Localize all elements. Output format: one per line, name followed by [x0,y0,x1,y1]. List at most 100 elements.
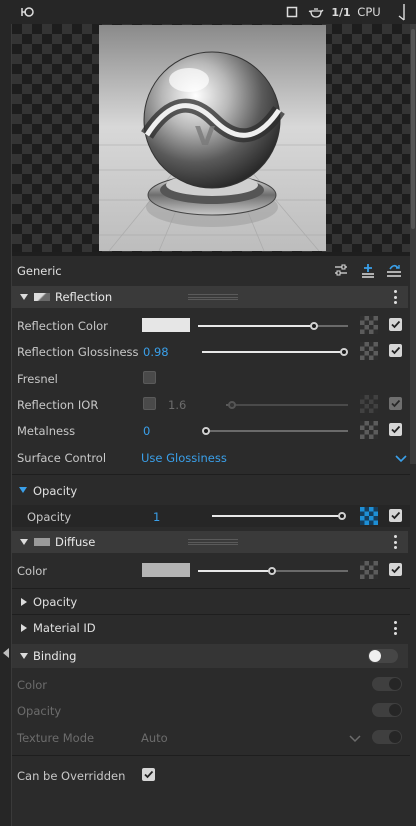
diffuse-color-slider[interactable] [198,567,348,575]
reflection-ior-label: Reflection IOR [17,398,99,412]
reflection-glossiness-row: Reflection Glossiness 0.98 [12,341,410,361]
expand-triangle-icon[interactable] [21,598,27,606]
panel-scrollbar[interactable] [410,24,416,464]
svg-text:V: V [195,122,215,152]
chevron-down-icon[interactable] [395,452,407,466]
fresnel-row: Fresnel [12,368,410,388]
diffuse-color-label: Color [17,564,48,578]
opacity-subsection-header[interactable]: Opacity [12,481,410,501]
reflection-glossiness-enable-checkbox[interactable] [389,344,402,357]
layers-swap-icon[interactable] [385,262,403,281]
opacity-texture-slot[interactable] [360,507,378,525]
opacity-slider[interactable] [212,512,346,520]
render-link-icon[interactable] [18,3,38,21]
fresnel-checkbox[interactable] [143,371,156,384]
square-icon[interactable] [284,3,300,21]
diffuse-header-title: Diffuse [55,535,96,549]
binding-color-label: Color [17,678,48,692]
drag-grip-icon[interactable] [188,539,238,545]
mode-header: Generic [12,262,410,280]
drag-grip-icon[interactable] [188,294,238,300]
reflection-ior-slider [226,401,348,409]
can-be-overridden-label: Can be Overridden [17,769,126,783]
opacity-row: Opacity 1 [12,505,410,527]
metalness-row: Metalness 0 [12,420,410,440]
binding-toggle[interactable] [368,649,398,663]
section-divider [12,614,410,615]
opacity-value[interactable]: 1 [153,510,160,524]
expand-arrow-icon[interactable] [389,3,409,21]
reflection-color-slider[interactable] [198,322,348,330]
render-mode-selector[interactable]: CPU [354,3,384,21]
can-be-overridden-checkbox[interactable] [142,768,155,781]
collapse-panel-arrow-icon[interactable] [3,648,9,658]
reflection-color-swatch[interactable] [142,318,190,332]
metalness-label: Metalness [17,424,76,438]
collapse-triangle-icon[interactable] [20,653,28,659]
reflection-color-row: Reflection Color [12,315,410,335]
opacity-collapsed-title: Opacity [33,595,78,609]
binding-opacity-label: Opacity [17,704,62,718]
frame-counter[interactable]: 1/1 [331,3,351,21]
reflection-menu-icon[interactable] [393,290,397,304]
reflection-section-header[interactable]: Reflection [12,286,408,308]
binding-color-row: Color [12,674,410,694]
diffuse-color-swatch[interactable] [142,563,190,577]
reflection-glossiness-value[interactable]: 0.98 [143,345,169,359]
metalness-enable-checkbox[interactable] [389,423,402,436]
expand-triangle-icon[interactable] [21,624,27,632]
diffuse-layer-icon [34,538,50,546]
sliders-settings-icon[interactable] [334,264,348,279]
diffuse-menu-icon[interactable] [393,535,397,549]
binding-color-toggle [372,677,402,691]
teapot-icon[interactable] [306,3,326,21]
section-divider [12,474,410,475]
diffuse-color-enable-checkbox[interactable] [389,563,402,576]
material-preview: V [12,24,410,252]
binding-section-header[interactable]: Binding [12,644,408,668]
reflection-ior-value: 1.6 [168,398,187,412]
binding-opacity-row: Opacity [12,700,410,720]
material-id-header[interactable]: Material ID [12,617,410,639]
reflection-ior-row: Reflection IOR 1.6 [12,394,410,414]
surface-control-label: Surface Control [17,451,107,465]
metalness-slider[interactable] [202,427,348,435]
collapse-triangle-icon[interactable] [20,294,28,300]
metalness-value[interactable]: 0 [143,424,150,438]
reflection-ior-checkbox[interactable] [143,397,156,410]
diffuse-color-texture-slot[interactable] [360,561,378,579]
binding-texture-mode-row: Texture Mode Auto [12,727,410,747]
reflection-header-title: Reflection [55,290,113,304]
reflection-ior-texture-slot [360,395,378,413]
surface-control-row: Surface Control Use Glossiness [12,447,410,467]
material-id-title: Material ID [33,621,96,635]
collapse-triangle-icon[interactable] [19,487,27,493]
reflection-glossiness-texture-slot[interactable] [360,342,378,360]
opacity-label: Opacity [27,510,72,524]
material-preview-render: V [99,25,326,251]
opacity-collapsed-header[interactable]: Opacity [12,592,410,612]
add-layer-icon[interactable] [360,262,376,281]
opacity-subsection-title: Opacity [33,484,78,498]
binding-header-title: Binding [33,649,77,663]
preview-toolbar: 1/1 CPU [0,0,416,24]
reflection-color-label: Reflection Color [17,319,108,333]
texture-mode-label: Texture Mode [17,731,95,745]
chevron-down-icon [349,732,361,746]
collapse-triangle-icon[interactable] [20,539,28,545]
opacity-enable-checkbox[interactable] [389,509,402,522]
binding-texture-mode-toggle [372,730,402,744]
texture-mode-dropdown: Auto [141,731,168,745]
can-be-overridden-row: Can be Overridden [12,765,410,785]
surface-control-dropdown[interactable]: Use Glossiness [141,451,227,465]
reflection-glossiness-slider[interactable] [202,348,348,356]
left-sidebar-strip [0,24,12,826]
preview-splitter[interactable] [12,252,410,256]
reflection-color-enable-checkbox[interactable] [389,318,402,331]
metalness-texture-slot[interactable] [360,421,378,439]
reflection-color-texture-slot[interactable] [360,316,378,334]
section-divider [12,588,410,589]
material-id-menu-icon[interactable] [393,621,397,635]
fresnel-label: Fresnel [17,372,58,386]
diffuse-section-header[interactable]: Diffuse [12,531,408,553]
